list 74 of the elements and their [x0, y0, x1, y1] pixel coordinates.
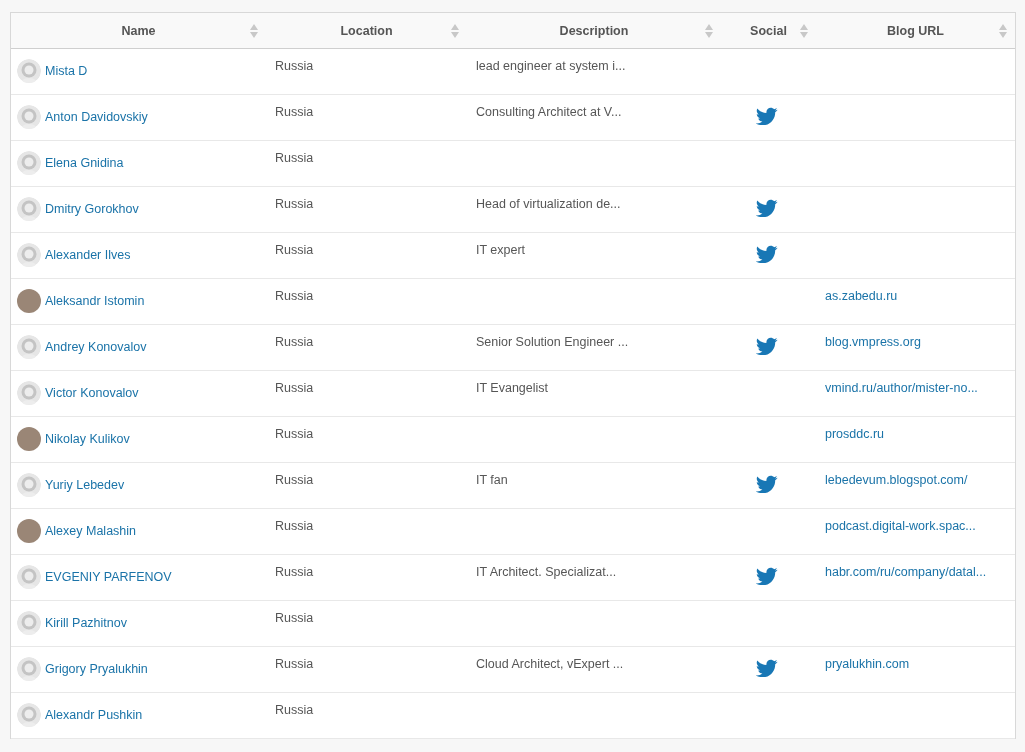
- twitter-bird-icon[interactable]: [756, 567, 778, 585]
- description-text: Senior Solution Engineer ...: [476, 335, 629, 349]
- blog-link[interactable]: lebedevum.blogspot.com/: [825, 473, 968, 487]
- person-name-link[interactable]: Yuriy Lebedev: [45, 478, 125, 492]
- column-header[interactable]: Social: [750, 23, 787, 38]
- avatar-silhouette-icon: [17, 473, 41, 497]
- location-text: Russia: [275, 197, 314, 211]
- avatar-silhouette-icon: [17, 657, 41, 681]
- description-text: IT Evangelist: [476, 381, 549, 395]
- blog-link[interactable]: vmind.ru/author/mister-no...: [825, 381, 978, 395]
- twitter-bird-icon[interactable]: [756, 659, 778, 677]
- twitter-bird-icon[interactable]: [756, 107, 778, 125]
- twitter-bird-icon[interactable]: [756, 199, 778, 217]
- location-text: Russia: [275, 335, 314, 349]
- avatar-silhouette-icon: [17, 565, 41, 589]
- blog-link[interactable]: as.zabedu.ru: [825, 289, 898, 303]
- location-text: Russia: [275, 519, 314, 533]
- column-header[interactable]: Description: [559, 23, 629, 38]
- avatar-silhouette-icon: [17, 151, 41, 175]
- location-text: Russia: [275, 105, 314, 119]
- photo-placeholder: [17, 289, 41, 313]
- person-name-link[interactable]: Kirill Pazhitnov: [45, 616, 127, 630]
- description-text: Cloud Architect, vExpert ...: [476, 657, 624, 671]
- person-name-link[interactable]: Anton Davidovskiy: [45, 110, 148, 124]
- avatar-silhouette-icon: [17, 335, 41, 359]
- column-header[interactable]: Location: [340, 23, 393, 38]
- avatar-silhouette-icon: [17, 197, 41, 221]
- description-text: IT Architect. Specializat...: [476, 565, 617, 579]
- avatar-silhouette-icon: [17, 703, 41, 727]
- blog-link[interactable]: podcast.digital-work.spac...: [825, 519, 976, 533]
- person-name-link[interactable]: Elena Gnidina: [45, 156, 124, 170]
- person-name-link[interactable]: EVGENIY PARFENOV: [45, 570, 172, 584]
- person-name-link[interactable]: Mista D: [45, 64, 88, 78]
- location-text: Russia: [275, 381, 314, 395]
- location-text: Russia: [275, 59, 314, 73]
- location-text: Russia: [275, 289, 314, 303]
- location-text: Russia: [275, 565, 314, 579]
- person-name-link[interactable]: Alexandr Pushkin: [45, 708, 143, 722]
- person-name-link[interactable]: Alexander Ilves: [45, 248, 131, 262]
- person-name-link[interactable]: Alexey Malashin: [45, 524, 136, 538]
- twitter-bird-icon[interactable]: [756, 475, 778, 493]
- avatar-silhouette-icon: [17, 381, 41, 405]
- location-text: Russia: [275, 243, 314, 257]
- person-name-link[interactable]: Nikolay Kulikov: [45, 432, 130, 446]
- avatar-silhouette-icon: [17, 105, 41, 129]
- photo-placeholder: [17, 427, 41, 451]
- blog-link[interactable]: prosddc.ru: [825, 427, 885, 441]
- twitter-bird-icon[interactable]: [756, 245, 778, 263]
- avatar-silhouette-icon: [17, 243, 41, 267]
- person-name-link[interactable]: Victor Konovalov: [45, 386, 139, 400]
- description-text: Consulting Architect at V...: [476, 105, 622, 119]
- avatar-silhouette-icon: [17, 59, 41, 83]
- person-name-link[interactable]: Andrey Konovalov: [45, 340, 147, 354]
- location-text: Russia: [275, 703, 314, 717]
- person-name-link[interactable]: Dmitry Gorokhov: [45, 202, 139, 216]
- person-name-link[interactable]: Grigory Pryalukhin: [45, 662, 148, 676]
- blog-link[interactable]: pryalukhin.com: [825, 657, 910, 671]
- column-header[interactable]: Name: [121, 23, 156, 38]
- blog-link[interactable]: habr.com/ru/company/datal...: [825, 565, 987, 579]
- photo-placeholder: [17, 519, 41, 543]
- column-header[interactable]: Blog URL: [887, 23, 944, 38]
- location-text: Russia: [275, 657, 314, 671]
- location-text: Russia: [275, 427, 314, 441]
- twitter-bird-icon[interactable]: [756, 337, 778, 355]
- person-name-link[interactable]: Aleksandr Istomin: [45, 294, 145, 308]
- description-text: IT fan: [476, 473, 508, 487]
- location-text: Russia: [275, 473, 314, 487]
- description-text: IT expert: [476, 243, 526, 257]
- description-text: Head of virtualization de...: [476, 197, 621, 211]
- location-text: Russia: [275, 611, 314, 625]
- description-text: lead engineer at system i...: [476, 59, 626, 73]
- location-text: Russia: [275, 151, 314, 165]
- blog-link[interactable]: blog.vmpress.org: [825, 335, 921, 349]
- avatar-silhouette-icon: [17, 611, 41, 635]
